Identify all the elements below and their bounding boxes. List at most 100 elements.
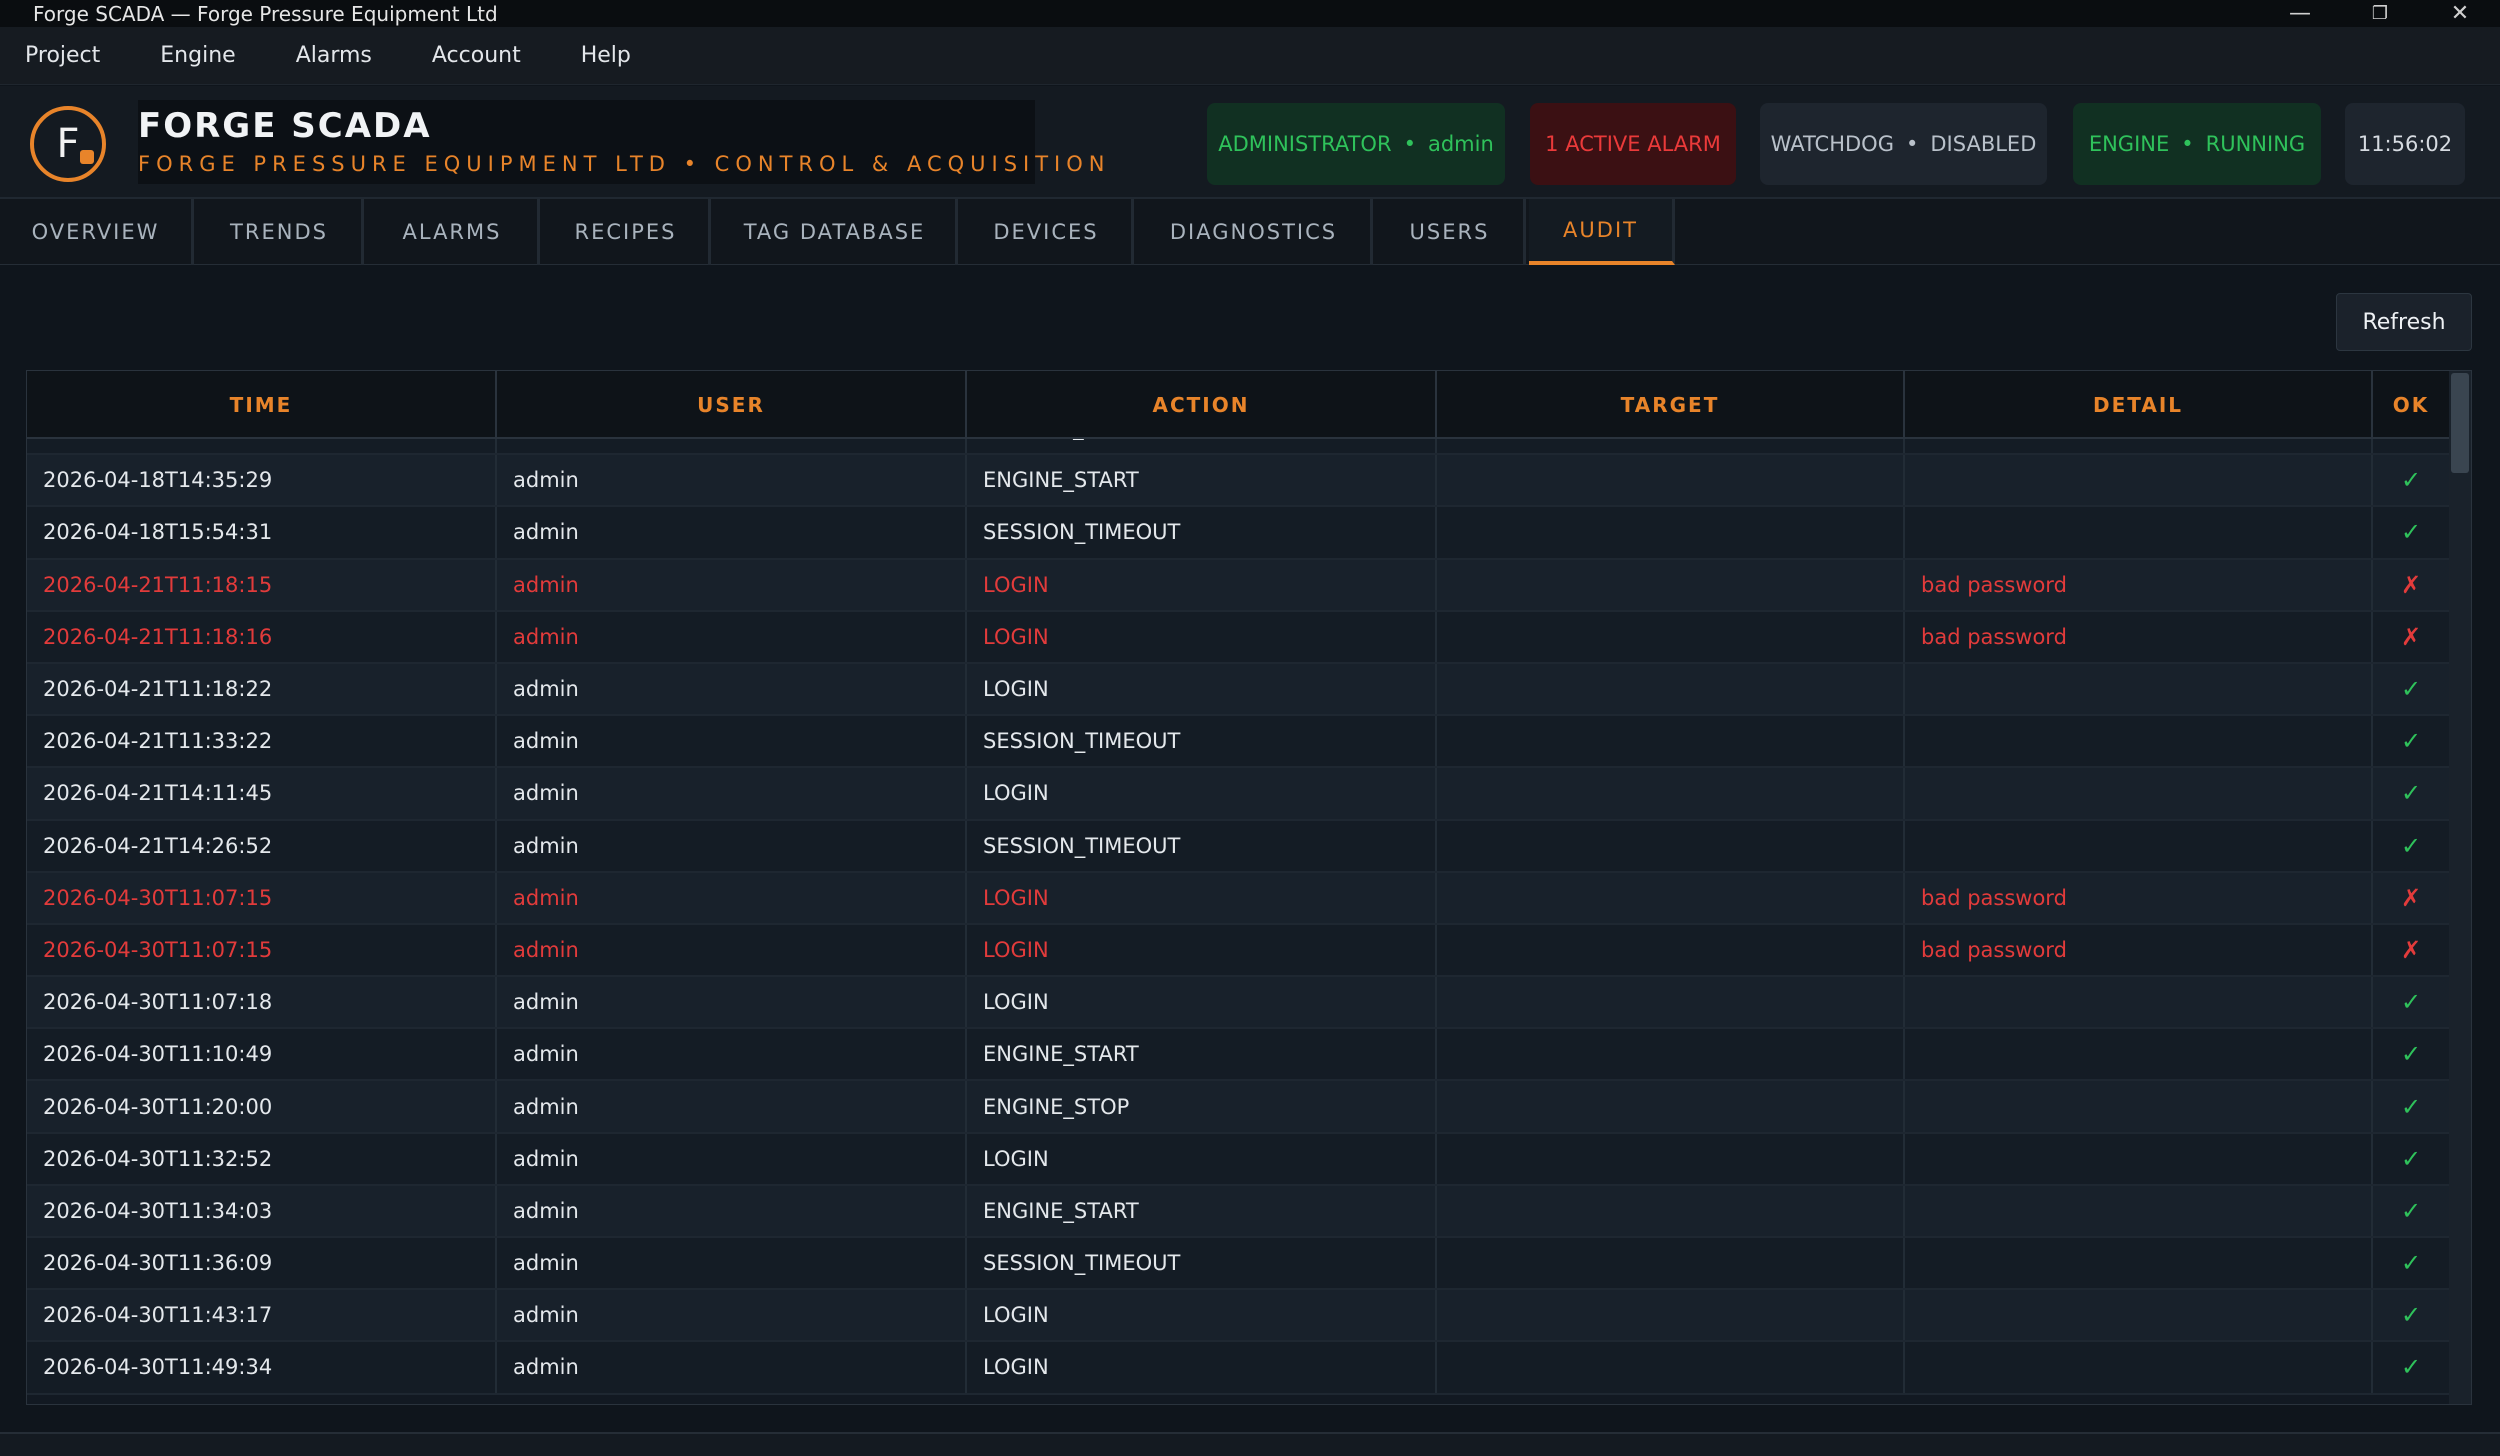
- cell-target: [1437, 663, 1905, 715]
- logo-letter: F: [56, 121, 80, 167]
- table-row[interactable]: 2026-04-18T14:35:29 admin ENGINE_START ✓: [27, 455, 2449, 508]
- cross-icon: ✗: [2400, 883, 2422, 912]
- menu-engine[interactable]: Engine: [160, 43, 235, 68]
- tab-alarms[interactable]: ALARMS: [367, 199, 540, 265]
- tab-overview[interactable]: OVERVIEW: [0, 199, 194, 265]
- brand-block: FORGE SCADA FORGE PRESSURE EQUIPMENT LTD…: [138, 100, 1105, 184]
- table-row[interactable]: 2026-04-21T11:33:22 admin SESSION_TIMEOUT ✓: [27, 716, 2449, 769]
- role-label: ADMINISTRATOR: [1218, 132, 1392, 156]
- cell-user: admin: [497, 1290, 967, 1341]
- table-row[interactable]: 2026-04-21T11:18:16 admin LOGIN bad passwor…: [27, 611, 2449, 664]
- cell-target: [1437, 455, 1905, 506]
- cell-detail: [1905, 1133, 2373, 1184]
- cell-time: 2026-04-30T11:07:18: [27, 977, 497, 1028]
- cell-detail: [1905, 439, 2373, 454]
- cell-time: 2026-04-21T14:26:52: [27, 820, 497, 871]
- cross-icon: ✗: [2400, 622, 2422, 651]
- check-icon: ✓: [2400, 727, 2422, 756]
- cell-target: [1437, 611, 1905, 662]
- cell-time: 2026-04-30T11:10:49: [27, 1029, 497, 1080]
- active-alarm-chip[interactable]: 1 ACTIVE ALARM: [1530, 103, 1736, 185]
- cell-time: 2026-04-21T11:18:15: [27, 559, 497, 610]
- watchdog-status-chip[interactable]: WATCHDOG • DISABLED: [1760, 103, 2047, 185]
- cell-user: admin: [497, 1133, 967, 1184]
- table-row[interactable]: 2026-04-30T11:20:00 admin ENGINE_STOP ✓: [27, 1081, 2449, 1134]
- table-row[interactable]: 2026-04-18T15:54:31 admin SESSION_TIMEOUT ✓: [27, 507, 2449, 560]
- tab-diagnostics[interactable]: DIAGNOSTICS: [1137, 199, 1373, 265]
- table-row[interactable]: 2026-04-21T14:11:45 admin LOGIN ✓: [27, 768, 2449, 821]
- tab-recipes[interactable]: RECIPES: [543, 199, 711, 265]
- table-body: 2026-04-18T14:33:39adminCHANGE_PASSWORDa…: [27, 439, 2449, 1404]
- cell-user: admin: [497, 559, 967, 610]
- cell-target: [1437, 924, 1905, 976]
- table-row[interactable]: 2026-04-21T11:18:15 admin LOGIN bad passwor…: [27, 559, 2449, 612]
- clock-time: 11:56:02: [2357, 132, 2453, 156]
- cell-user: admin: [497, 1081, 967, 1132]
- menu-help[interactable]: Help: [581, 43, 631, 68]
- cell-action: ENGINE_START: [967, 455, 1437, 506]
- cell-detail: [1905, 507, 2373, 558]
- table-row[interactable]: 2026-04-30T11:36:09 admin SESSION_TIMEOUT ✓: [27, 1238, 2449, 1291]
- table-row[interactable]: 2026-04-30T11:34:03 admin ENGINE_START ✓: [27, 1185, 2449, 1238]
- table-row[interactable]: 2026-04-21T11:18:22 admin LOGIN ✓: [27, 663, 2449, 717]
- table-scrollbar[interactable]: [2449, 371, 2471, 1404]
- column-header-action[interactable]: ACTION: [967, 371, 1437, 439]
- engine-status-chip[interactable]: ENGINE • RUNNING: [2073, 103, 2321, 185]
- tab-tag-database[interactable]: TAG DATABASE: [714, 199, 958, 265]
- table-row[interactable]: 2026-04-30T11:10:49 admin ENGINE_START ✓: [27, 1029, 2449, 1082]
- table-row[interactable]: 2026-04-30T11:32:52 admin LOGIN ✓: [27, 1133, 2449, 1186]
- cell-action: LOGIN: [967, 559, 1437, 610]
- cell-action: LOGIN: [967, 1290, 1437, 1341]
- check-icon: ✓: [2373, 439, 2449, 453]
- table-row[interactable]: 2026-04-30T11:07:15 admin LOGIN bad passwor…: [27, 872, 2449, 925]
- scrollbar-thumb[interactable]: [2451, 373, 2469, 473]
- tab-trends[interactable]: TRENDS: [197, 199, 364, 265]
- cell-time: 2026-04-18T15:54:31: [27, 507, 497, 558]
- column-header-ok[interactable]: OK: [2373, 371, 2449, 439]
- table-row[interactable]: 2026-04-30T11:07:15 admin LOGIN bad passwor…: [27, 924, 2449, 978]
- table-row[interactable]: 2026-04-30T11:49:34 admin LOGIN ✓: [27, 1342, 2449, 1395]
- menu-account[interactable]: Account: [432, 43, 521, 68]
- menu-alarms[interactable]: Alarms: [296, 43, 372, 68]
- check-icon: ✓: [2400, 779, 2422, 808]
- menu-project[interactable]: Project: [25, 43, 100, 68]
- table-row[interactable]: 2026-04-30T11:07:18 admin LOGIN ✓: [27, 977, 2449, 1030]
- close-button[interactable]: ✕: [2420, 0, 2500, 27]
- cell-time: 2026-04-30T11:43:17: [27, 1290, 497, 1341]
- minimize-button[interactable]: —: [2260, 0, 2340, 27]
- column-header-user[interactable]: USER: [497, 371, 967, 439]
- cell-time: 2026-04-21T11:18:16: [27, 611, 497, 662]
- cell-time: 2026-04-18T14:35:29: [27, 455, 497, 506]
- table-row[interactable]: 2026-04-18T14:33:39adminCHANGE_PASSWORDa…: [27, 439, 2449, 456]
- cell-detail: [1905, 820, 2373, 871]
- table-row[interactable]: 2026-04-30T11:43:17 admin LOGIN ✓: [27, 1290, 2449, 1343]
- table-row[interactable]: 2026-04-21T14:26:52 admin SESSION_TIMEOUT ✓: [27, 820, 2449, 873]
- check-icon: ✓: [2400, 466, 2422, 495]
- cell-target: [1437, 507, 1905, 558]
- tab-devices[interactable]: DEVICES: [961, 199, 1134, 265]
- cell-time: 2026-04-21T14:11:45: [27, 768, 497, 819]
- tab-audit[interactable]: AUDIT: [1529, 199, 1675, 265]
- cell-detail: [1905, 1238, 2373, 1289]
- cell-time: 2026-04-21T11:18:22: [27, 663, 497, 715]
- restore-button[interactable]: ❐: [2340, 0, 2420, 27]
- cell-target: [1437, 768, 1905, 819]
- role-status-chip[interactable]: ADMINISTRATOR • admin: [1207, 103, 1505, 185]
- cell-user: admin: [497, 1029, 967, 1080]
- window-titlebar: Forge SCADA — Forge Pressure Equipment L…: [0, 0, 2500, 27]
- menu-bar: Project Engine Alarms Account Help: [0, 27, 2500, 85]
- tab-users[interactable]: USERS: [1376, 199, 1526, 265]
- cell-target: [1437, 872, 1905, 923]
- column-header-target[interactable]: TARGET: [1437, 371, 1905, 439]
- cell-action: LOGIN: [967, 924, 1437, 976]
- column-header-detail[interactable]: DETAIL: [1905, 371, 2373, 439]
- cell-user: admin: [497, 663, 967, 715]
- cell-detail: [1905, 1081, 2373, 1132]
- cell-detail: [1905, 977, 2373, 1028]
- cell-detail: bad password: [1905, 924, 2373, 976]
- cell-user: admin: [497, 1238, 967, 1289]
- column-header-time[interactable]: TIME: [27, 371, 497, 439]
- cell-target: [1437, 1238, 1905, 1289]
- cell-target: [1437, 977, 1905, 1028]
- refresh-button[interactable]: Refresh: [2336, 293, 2472, 351]
